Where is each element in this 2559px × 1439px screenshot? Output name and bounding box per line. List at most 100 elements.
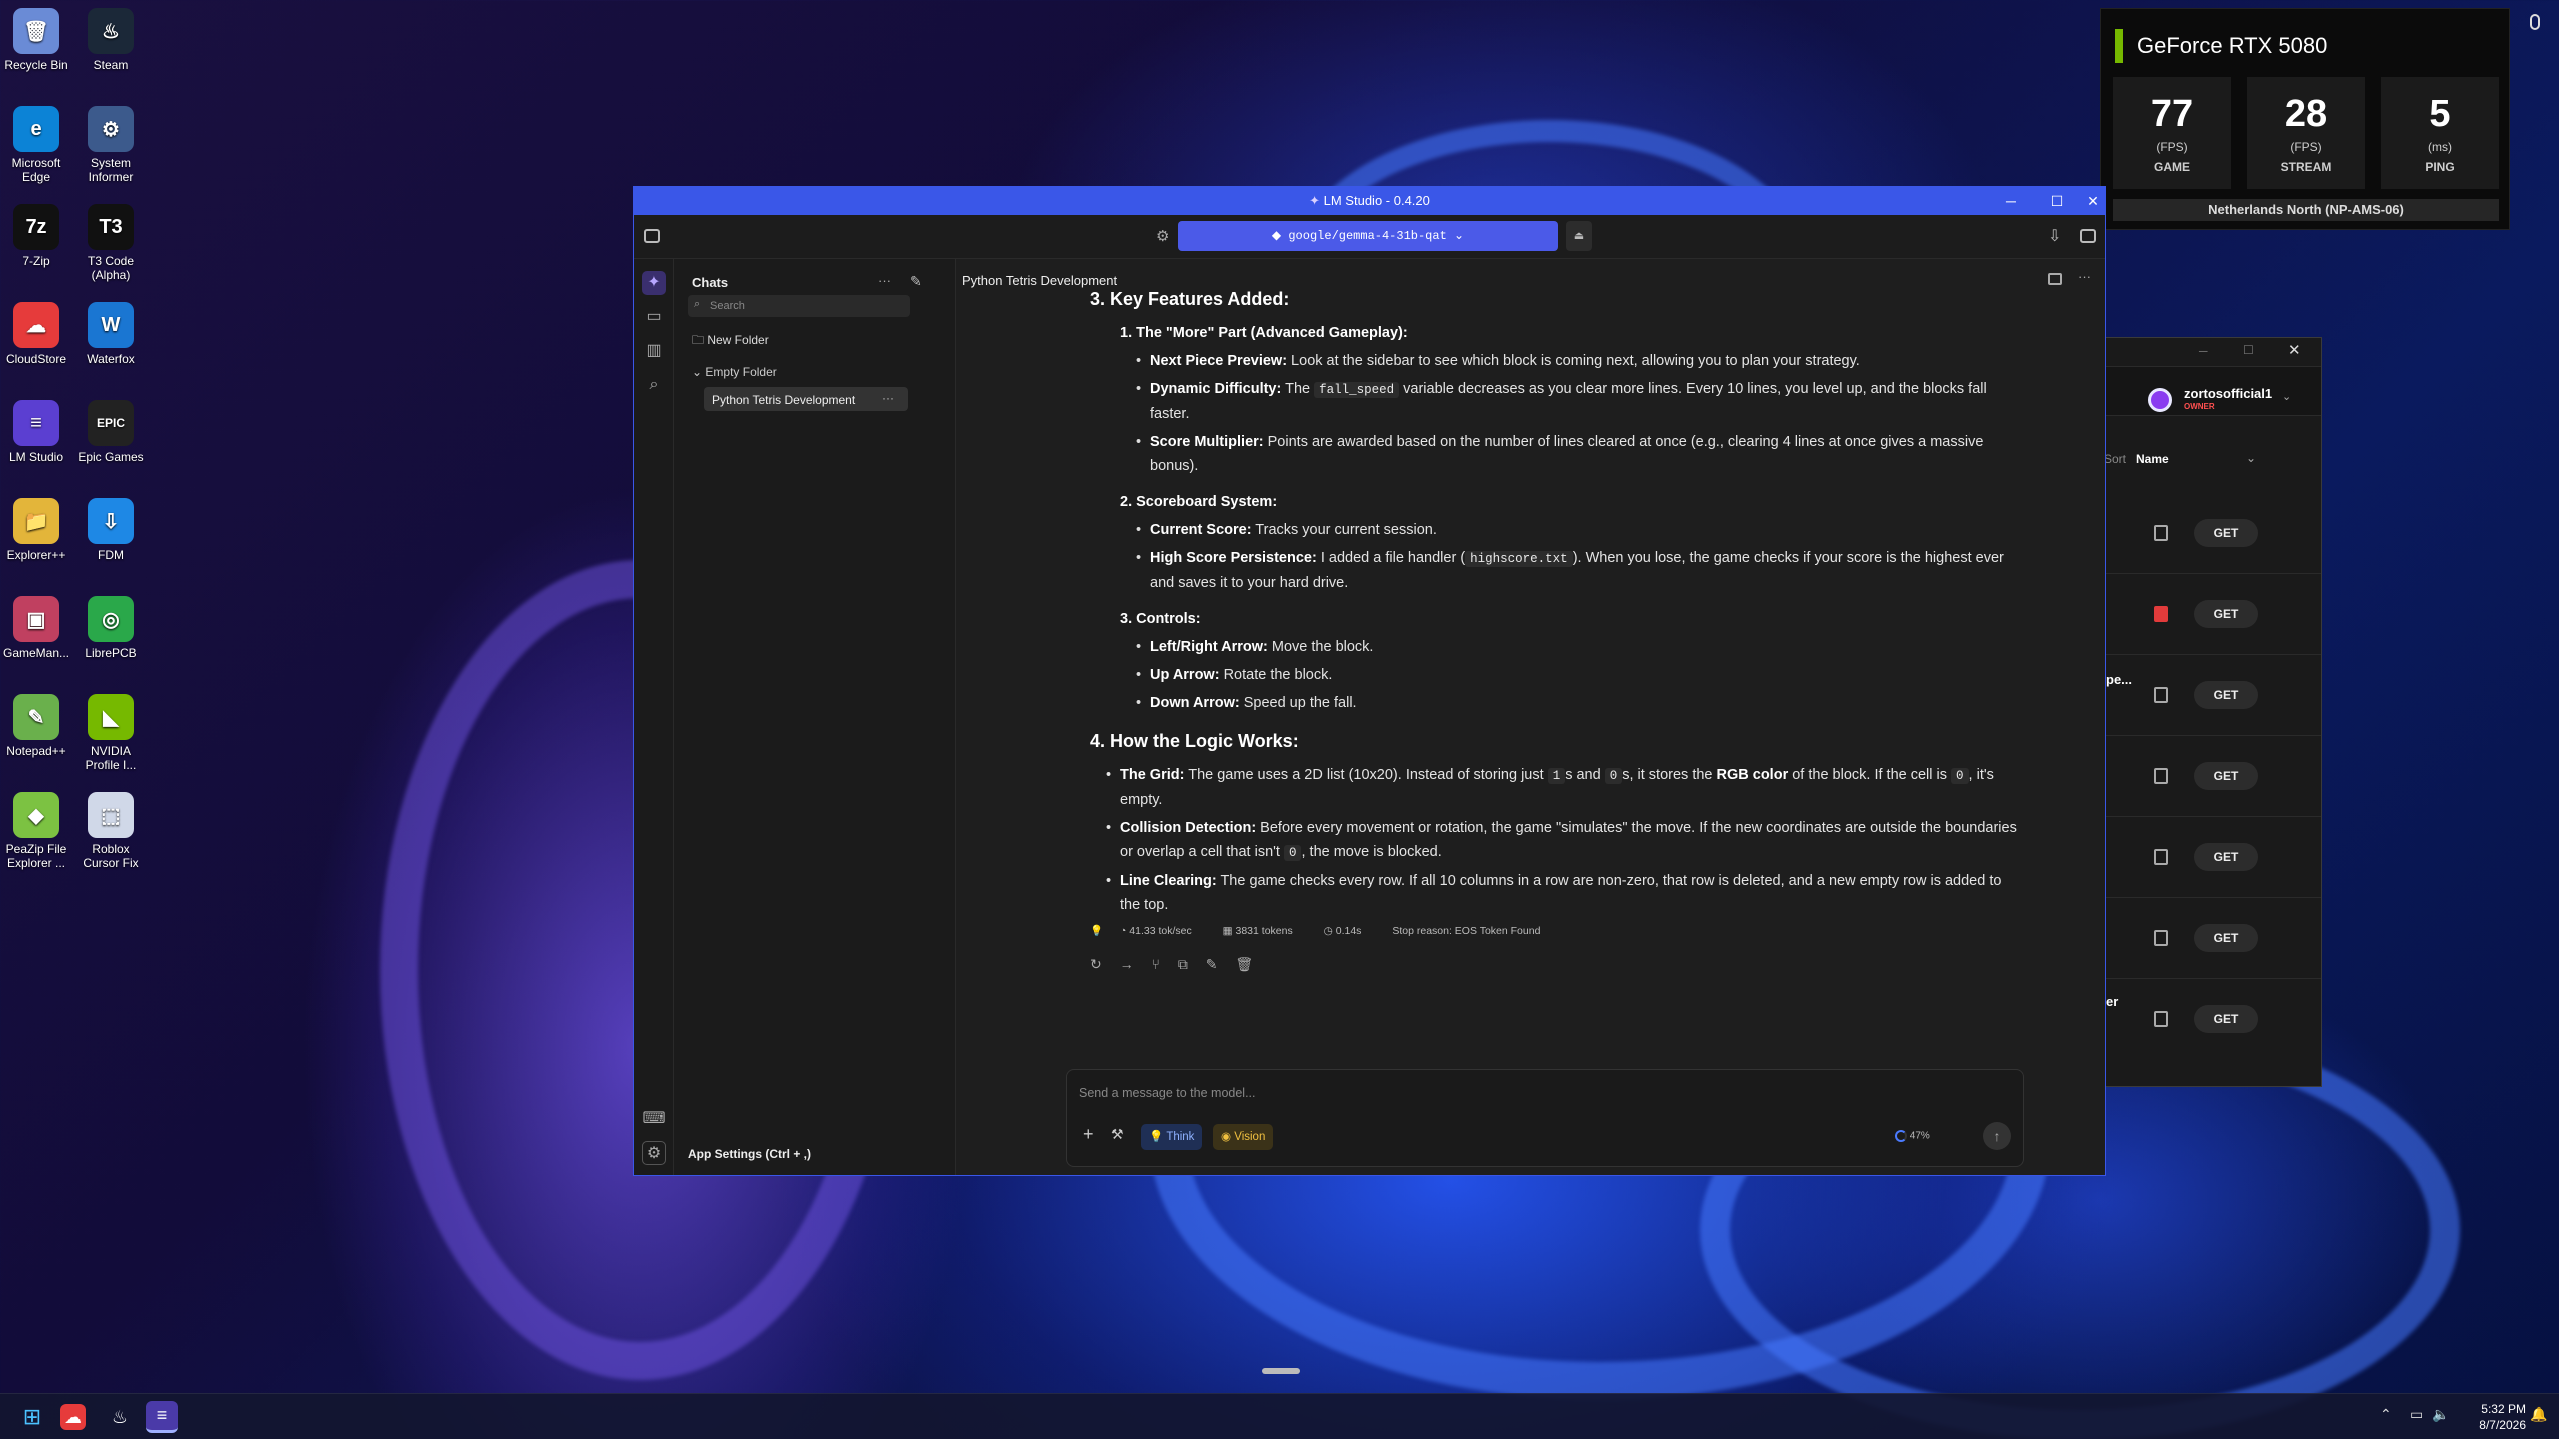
lightbulb-icon[interactable]: 💡 <box>1090 925 1103 937</box>
desktop-icon[interactable]: EPIC Epic Games <box>76 400 146 464</box>
search-models-icon[interactable]: ⌕ <box>642 373 666 397</box>
get-button[interactable]: GET <box>2194 600 2258 628</box>
desktop-icon[interactable]: 7z 7-Zip <box>1 204 71 268</box>
assistant-message: 3. Key Features Added: 1. The "More" Par… <box>1090 287 2020 917</box>
model-selector[interactable]: ◆ google/gemma-4-31b-qat ⌄ <box>1178 221 1558 251</box>
desktop-icon[interactable]: ✎ Notepad++ <box>1 694 71 758</box>
chat-options-icon[interactable]: ··· <box>882 391 894 405</box>
desktop-icon[interactable]: ◎ LibrePCB <box>76 596 146 660</box>
trash-icon[interactable]: 🗑 <box>1235 956 1253 972</box>
sidebar-toggle-icon[interactable] <box>644 229 660 243</box>
fdm-icon: ⇩ <box>88 498 134 544</box>
title-bar[interactable]: ✦ LM Studio - 0.4.20 <box>634 187 2105 215</box>
network-icon[interactable]: ▭ <box>2410 1406 2423 1423</box>
minimize-button[interactable]: ─ <box>1988 187 2034 215</box>
metric-label: GAME <box>2154 160 2190 174</box>
desktop-icon[interactable]: W Waterfox <box>76 302 146 366</box>
drag-handle[interactable] <box>1262 1368 1300 1374</box>
eject-button[interactable]: ⏏ <box>1566 221 1592 251</box>
desktop-icon[interactable]: ⚙ System Informer <box>76 106 146 184</box>
bookmark-icon[interactable] <box>2154 849 2168 865</box>
get-button[interactable]: GET <box>2194 519 2258 547</box>
message-input[interactable]: Send a message to the model... <box>1079 1084 2009 1104</box>
chevron-down-icon[interactable]: ⌄ <box>2282 390 2291 403</box>
notification-bell-icon[interactable]: 🔔 <box>2530 1406 2547 1423</box>
send-button[interactable]: ↑ <box>1983 1122 2011 1150</box>
microphone-icon[interactable] <box>2530 14 2540 30</box>
get-button[interactable]: GET <box>2194 681 2258 709</box>
branch-icon[interactable]: ⑂ <box>1152 956 1160 972</box>
start-button[interactable]: ⊞ <box>16 1401 48 1433</box>
folder-item[interactable]: ⌄ Empty Folder <box>692 365 777 379</box>
get-button[interactable]: GET <box>2194 1005 2258 1033</box>
chevron-down-icon[interactable]: ⌄ <box>2246 451 2256 465</box>
terminal-icon[interactable]: ▭ <box>642 305 666 329</box>
desktop-icon[interactable]: ⬚ Roblox Cursor Fix <box>76 792 146 870</box>
edit-icon[interactable]: ✎ <box>1206 956 1218 972</box>
chevron-up-icon[interactable]: ⌃ <box>2380 1406 2392 1423</box>
runtime-icon[interactable]: ⌨ <box>642 1107 666 1131</box>
desktop-icon[interactable]: ◣ NVIDIA Profile I... <box>76 694 146 772</box>
avatar[interactable] <box>2148 388 2172 412</box>
new-folder-button[interactable]: 🗀 New Folder <box>692 331 769 352</box>
desktop-icon[interactable]: 📁 Explorer++ <box>1 498 71 562</box>
think-toggle[interactable]: 💡 Think <box>1141 1124 1203 1150</box>
lm-studio-taskbar-icon[interactable]: ≡ <box>146 1401 178 1433</box>
continue-icon[interactable]: → <box>1120 956 1134 972</box>
clock[interactable]: 5:32 PM 8/7/2026 <box>2456 1401 2526 1433</box>
bookmark-icon[interactable] <box>2154 606 2168 622</box>
desktop-icon-label: GameMan... <box>2 646 70 660</box>
notepad-plus-icon: ✎ <box>13 694 59 740</box>
chat-icon[interactable]: ✦ <box>642 271 666 295</box>
models-icon[interactable]: ▥ <box>642 339 666 363</box>
search-input[interactable]: ⌕ Search <box>688 295 910 317</box>
desktop-icon[interactable]: ☁ CloudStore <box>1 302 71 366</box>
new-chat-icon[interactable]: ✎ <box>910 273 922 290</box>
split-view-icon[interactable] <box>2048 273 2062 285</box>
download-icon[interactable]: ⇩ <box>2048 226 2061 246</box>
more-options-icon[interactable]: ··· <box>878 273 891 288</box>
get-button[interactable]: GET <box>2194 924 2258 952</box>
bookmark-icon[interactable] <box>2154 687 2168 703</box>
vision-toggle[interactable]: ◉ Vision <box>1213 1124 1274 1150</box>
more-options-icon[interactable]: ··· <box>2078 269 2091 284</box>
maximize-button[interactable]: ☐ <box>2243 343 2254 357</box>
settings-icon[interactable]: ⚙ <box>642 1141 666 1165</box>
bookmark-icon[interactable] <box>2154 930 2168 946</box>
attach-plus-icon[interactable]: + <box>1083 1124 1094 1145</box>
desktop-icon[interactable]: T3 T3 Code (Alpha) <box>76 204 146 282</box>
desktop-icon[interactable]: ♨ Steam <box>76 8 146 72</box>
desktop-icon-label: Steam <box>93 58 129 72</box>
desktop-icon-label: FDM <box>98 548 124 562</box>
list-item: Dynamic Difficulty: The fall_speed varia… <box>1136 377 2020 426</box>
app-settings-button[interactable]: App Settings (Ctrl + ,) <box>688 1147 811 1161</box>
desktop-icon[interactable]: e Microsoft Edge <box>1 106 71 184</box>
background-window[interactable]: ─ ☐ ✕ zortosofficial1 OWNER ⌄ Sort Name … <box>2104 337 2322 1087</box>
gear-icon[interactable]: ⚙ <box>1156 227 1169 245</box>
close-button[interactable]: ✕ <box>2288 341 2301 359</box>
sort-value[interactable]: Name <box>2136 452 2169 466</box>
bookmark-icon[interactable] <box>2154 525 2168 541</box>
username[interactable]: zortosofficial1 <box>2184 386 2272 401</box>
minimize-button[interactable]: ─ <box>2199 344 2208 358</box>
close-button[interactable]: ✕ <box>2080 187 2106 215</box>
volume-icon[interactable]: 🔈 <box>2432 1406 2449 1423</box>
lm-studio-window[interactable]: ✦ LM Studio - 0.4.20 ─ ☐ ✕ ⚙ ◆ google/ge… <box>633 186 2106 1176</box>
steam-taskbar-icon[interactable]: ♨ <box>104 1401 136 1433</box>
tools-icon[interactable]: ⚒ <box>1111 1126 1124 1143</box>
copy-icon[interactable]: ⧉ <box>1178 956 1188 972</box>
bookmark-icon[interactable] <box>2154 1011 2168 1027</box>
cloudstore-taskbar-icon[interactable]: ☁ <box>60 1404 86 1430</box>
bookmark-icon[interactable] <box>2154 768 2168 784</box>
chat-item-active[interactable]: Python Tetris Development ··· <box>704 387 908 411</box>
panel-toggle-icon[interactable] <box>2080 229 2096 243</box>
get-button[interactable]: GET <box>2194 843 2258 871</box>
get-button[interactable]: GET <box>2194 762 2258 790</box>
desktop-icon[interactable]: ▣ GameMan... <box>1 596 71 660</box>
regenerate-icon[interactable]: ↻ <box>1090 956 1102 972</box>
desktop-icon[interactable]: ◆ PeaZip File Explorer ... <box>1 792 71 870</box>
desktop-icon[interactable]: 🗑 Recycle Bin <box>1 8 71 72</box>
maximize-button[interactable]: ☐ <box>2034 187 2080 215</box>
desktop-icon[interactable]: ⇩ FDM <box>76 498 146 562</box>
desktop-icon[interactable]: ≡ LM Studio <box>1 400 71 464</box>
